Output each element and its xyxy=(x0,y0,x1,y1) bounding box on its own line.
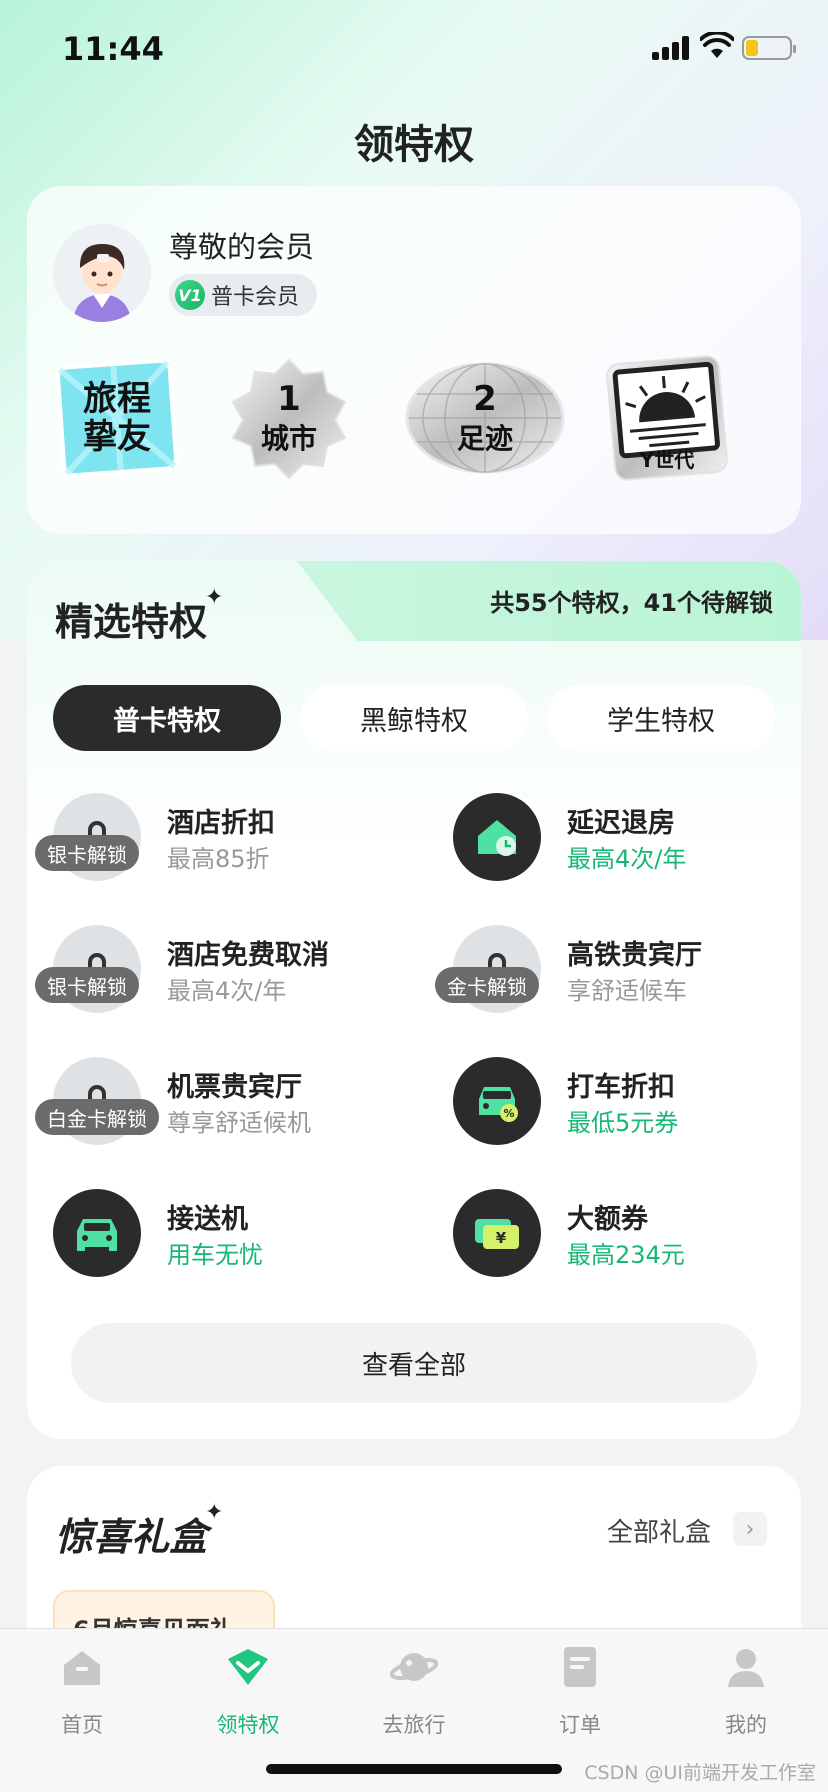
badge-footprint-count: 2 xyxy=(473,379,497,419)
member-name: 尊敬的会员 xyxy=(169,230,315,264)
status-bar: 11:44 xyxy=(0,0,828,100)
tab-home[interactable]: 首页 xyxy=(22,1643,142,1753)
privilege-name: 延迟退房 xyxy=(567,808,675,839)
badge-y-generation[interactable]: Y世代 xyxy=(603,354,731,482)
privilege-desc: 享舒适候车 xyxy=(567,977,687,1005)
coupon-icon: ¥ xyxy=(453,1189,541,1277)
privilege-name: 酒店免费取消 xyxy=(167,940,329,971)
badge-city-count: 1 xyxy=(277,379,301,419)
tab-profile[interactable]: 我的 xyxy=(686,1643,806,1753)
badge-y-generation-label: Y世代 xyxy=(639,448,695,472)
privilege-desc: 最高4次/年 xyxy=(567,845,687,873)
privilege-big-coupon[interactable]: ¥ 大额券 最高234元 xyxy=(453,1189,801,1289)
home-icon xyxy=(64,1651,100,1685)
gift-title: 惊喜礼盒 xyxy=(55,1515,208,1559)
badge-travel-friend-line1: 旅程 xyxy=(83,379,151,419)
profile-icon xyxy=(728,1649,764,1687)
all-gifts-link[interactable]: 全部礼盒 xyxy=(607,1512,711,1549)
lock-label: 白金卡解锁 xyxy=(35,1099,159,1135)
chevron-right-icon[interactable]: › xyxy=(733,1512,767,1546)
privilege-name: 接送机 xyxy=(167,1204,248,1235)
privilege-rail-lounge[interactable]: 金卡解锁 高铁贵宾厅 享舒适候车 xyxy=(435,925,801,1025)
view-all-button[interactable]: 查看全部 xyxy=(71,1323,757,1403)
tab-label: 去旅行 xyxy=(382,1713,446,1737)
lock-label: 金卡解锁 xyxy=(435,967,539,1003)
watermark-credit: CSDN @UI前端开发工作室 xyxy=(584,1762,816,1784)
privileges-count: 共55个特权，41个待解锁 xyxy=(490,589,773,617)
tab-orders[interactable]: 订单 xyxy=(520,1643,640,1753)
tab-label: 我的 xyxy=(725,1713,767,1737)
order-icon xyxy=(564,1647,596,1687)
car-icon xyxy=(53,1189,141,1277)
badge-city[interactable]: 1 城市 xyxy=(225,354,353,482)
privilege-name: 高铁贵宾厅 xyxy=(567,940,702,971)
tab-privileges[interactable]: 领特权 xyxy=(188,1643,308,1753)
privilege-desc: 最高4次/年 xyxy=(167,977,287,1005)
wifi-icon xyxy=(700,32,734,58)
tab-travel[interactable]: 去旅行 xyxy=(354,1643,474,1753)
badge-city-label: 城市 xyxy=(260,422,317,455)
tab-student[interactable]: 学生特权 xyxy=(547,685,775,751)
badge-travel-friend[interactable]: 旅程 挚友 xyxy=(53,354,181,482)
privilege-icon xyxy=(228,1649,268,1685)
privilege-desc: 最高234元 xyxy=(567,1241,685,1269)
privilege-name: 打车折扣 xyxy=(567,1072,675,1103)
home-indicator xyxy=(266,1764,562,1774)
privilege-tabs: 普卡特权 黑鲸特权 学生特权 xyxy=(53,685,775,751)
tab-label: 订单 xyxy=(559,1713,601,1737)
lock-label: 银卡解锁 xyxy=(35,967,139,1003)
battery-icon xyxy=(742,36,796,60)
featured-privileges-section: 精选特权 ✦ 共55个特权，41个待解锁 普卡特权 黑鲸特权 学生特权 银卡解锁… xyxy=(27,561,801,1439)
tab-black-whale[interactable]: 黑鲸特权 xyxy=(300,685,528,751)
tab-label: 领特权 xyxy=(216,1713,280,1737)
privilege-name: 大额券 xyxy=(567,1204,648,1235)
privilege-desc: 最高85折 xyxy=(167,845,270,873)
late-checkout-icon xyxy=(453,793,541,881)
privilege-hotel-discount[interactable]: 银卡解锁 酒店折扣 最高85折 xyxy=(35,793,413,893)
sparkle-icon: ✦ xyxy=(205,585,224,610)
status-time: 11:44 xyxy=(62,30,164,68)
member-level-label: 普卡会员 xyxy=(211,285,300,310)
cellular-signal-icon xyxy=(652,36,690,60)
planet-icon xyxy=(389,1653,439,1681)
tab-label: 首页 xyxy=(61,1713,103,1737)
privilege-late-checkout[interactable]: 延迟退房 最高4次/年 xyxy=(453,793,801,893)
privilege-name: 酒店折扣 xyxy=(167,808,275,839)
privilege-desc: 用车无忧 xyxy=(167,1241,263,1269)
member-card[interactable]: 尊敬的会员 V1 普卡会员 旅程 挚友 1 城市 2 足迹 Y世代 xyxy=(27,186,801,534)
v1-level-icon: V1 xyxy=(175,280,205,310)
privilege-desc: 尊享舒适候机 xyxy=(167,1109,311,1137)
avatar[interactable] xyxy=(53,224,151,322)
page-title: 领特权 xyxy=(354,122,474,168)
privilege-taxi-discount[interactable]: % 打车折扣 最低5元券 xyxy=(453,1057,801,1157)
badge-footprint[interactable]: 2 足迹 xyxy=(405,354,565,482)
svg-text:¥: ¥ xyxy=(496,1229,507,1247)
privilege-name: 机票贵宾厅 xyxy=(167,1072,302,1103)
tab-basic-card[interactable]: 普卡特权 xyxy=(53,685,281,751)
privilege-airport-lounge[interactable]: 白金卡解锁 机票贵宾厅 尊享舒适候机 xyxy=(35,1057,413,1157)
badge-travel-friend-line2: 挚友 xyxy=(83,417,151,457)
privilege-free-cancellation[interactable]: 银卡解锁 酒店免费取消 最高4次/年 xyxy=(35,925,413,1025)
badge-footprint-label: 足迹 xyxy=(456,422,513,455)
privilege-desc: 最低5元券 xyxy=(567,1109,679,1137)
member-level-badge[interactable]: V1 普卡会员 xyxy=(169,274,318,316)
lock-label: 银卡解锁 xyxy=(35,835,139,871)
taxi-discount-icon: % xyxy=(453,1057,541,1145)
privilege-airport-transfer[interactable]: 接送机 用车无忧 xyxy=(53,1189,413,1289)
privileges-title: 精选特权 xyxy=(55,600,208,644)
svg-text:%: % xyxy=(503,1107,514,1120)
sparkle-icon: ✦ xyxy=(205,1500,224,1525)
